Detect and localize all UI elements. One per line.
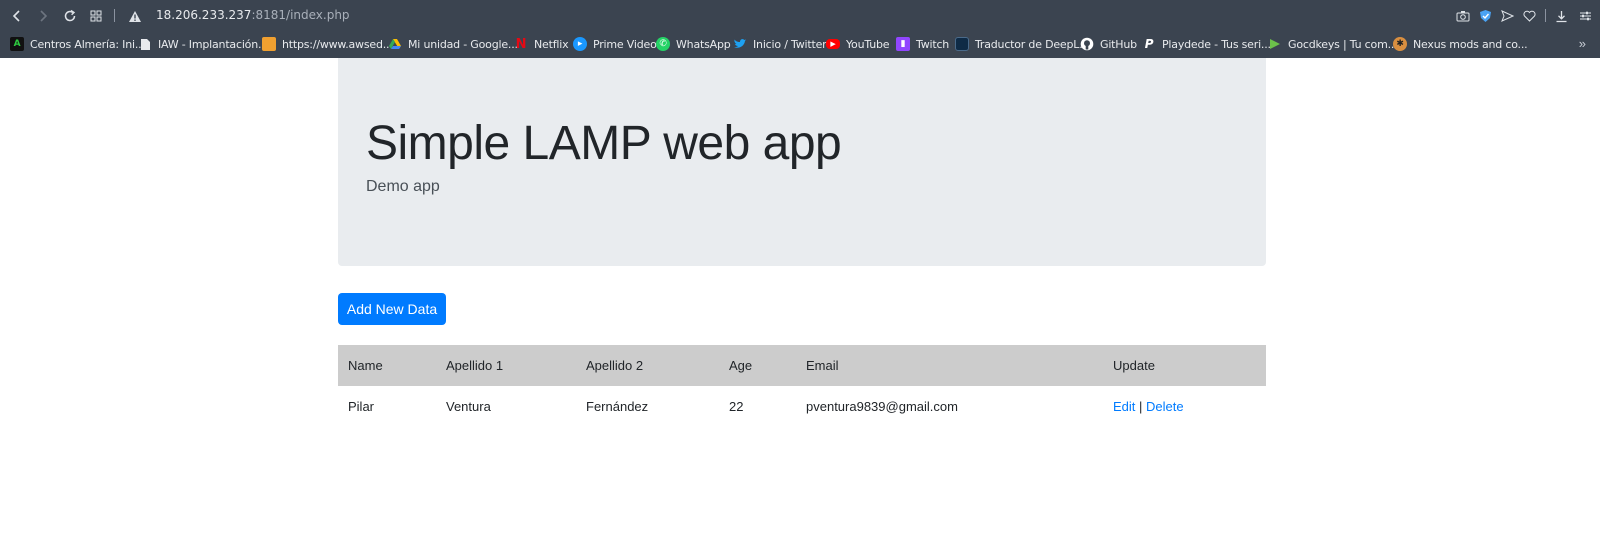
bookmarks-bar: A Centros Almería: Ini... IAW - Implanta… [0,33,1600,55]
url-path: :8181/index.php [251,8,350,22]
bookmark-playdede[interactable]: P Playdede - Tus seri... [1142,35,1271,53]
column-header-update: Update [1103,345,1266,386]
address-bar[interactable]: 18.206.233.237:8181/index.php [156,8,350,22]
bookmark-label: Twitch [916,37,950,51]
tiles-icon[interactable] [87,7,105,25]
bookmark-label: Netflix [534,37,569,51]
bookmark-prime-video[interactable]: ▸ Prime Video [573,35,657,53]
playdede-icon: P [1144,37,1154,51]
table-header-row: Name Apellido 1 Apellido 2 Age Email Upd… [338,345,1266,386]
bookmark-awseducate[interactable]: https://www.awsed... [262,35,393,53]
column-header-email: Email [796,345,1103,386]
bookmark-nexus-mods[interactable]: ✱ Nexus mods and co... [1393,35,1528,53]
bookmark-label: Traductor de DeepL... [975,37,1090,51]
bookmark-github[interactable]: GitHub [1080,35,1137,53]
bookmark-netflix[interactable]: N Netflix [514,35,569,53]
bookmark-centros-almeria[interactable]: A Centros Almería: Ini... [10,35,145,53]
bookmark-label: Inicio / Twitter [753,37,827,51]
bookmark-twitter[interactable]: Inicio / Twitter [733,35,827,53]
shield-icon[interactable] [1476,7,1494,25]
bookmark-label: Gocdkeys | Tu com... [1288,37,1398,51]
jumbotron: Simple LAMP web app Demo app [338,58,1266,266]
bookmark-label: Mi unidad - Google... [408,37,518,51]
twitter-icon [733,37,747,51]
bookmark-deepl[interactable]: Traductor de DeepL... [955,35,1089,53]
heart-icon[interactable] [1520,7,1538,25]
nexus-mods-icon: ✱ [1393,37,1407,51]
bookmark-label: Playdede - Tus seri... [1162,37,1271,51]
url-host: 18.206.233.237 [156,8,252,22]
table-row: Pilar Ventura Fernández 22 pventura9839@… [338,386,1266,427]
page-icon [138,37,152,51]
chevron-double-right-icon[interactable]: » [1579,36,1586,51]
gocdkeys-icon [1268,37,1282,51]
bookmark-label: IAW - Implantación... [158,37,268,51]
browser-toolbar: 18.206.233.237:8181/index.php [0,0,1600,31]
cell-apellido2: Fernández [586,399,649,414]
bookmark-youtube[interactable]: ▶ YouTube [826,35,890,53]
settings-sliders-icon[interactable] [1576,7,1594,25]
package-icon [262,37,276,51]
edit-link[interactable]: Edit [1113,399,1135,414]
cell-name: Pilar [348,399,375,414]
netflix-icon: N [515,36,527,52]
bookmark-gocdkeys[interactable]: Gocdkeys | Tu com... [1268,35,1398,53]
bookmark-google-drive[interactable]: Mi unidad - Google... [388,35,518,53]
cell-update: Edit | Delete [1103,386,1266,427]
bookmark-iaw[interactable]: IAW - Implantación... [138,35,268,53]
twitch-icon: ▮ [896,37,910,51]
bookmark-label: GitHub [1100,37,1137,51]
page-title: Simple LAMP web app [366,117,842,170]
cell-email: pventura9839@gmail.com [806,399,958,414]
google-drive-icon [388,37,402,51]
column-header-apellido1: Apellido 1 [436,345,576,386]
reload-icon[interactable] [61,7,79,25]
column-header-age: Age [719,345,796,386]
data-table: Name Apellido 1 Apellido 2 Age Email Upd… [338,345,1266,427]
camera-icon[interactable] [1454,7,1472,25]
page-subtitle: Demo app [366,178,440,195]
whatsapp-icon: ✆ [656,37,670,51]
forward-icon[interactable] [34,7,52,25]
back-icon[interactable] [8,7,26,25]
cell-age: 22 [729,399,744,414]
browser-chrome: 18.206.233.237:8181/index.php A Centros … [0,0,1600,58]
bookmark-twitch[interactable]: ▮ Twitch [896,35,949,53]
bookmark-whatsapp[interactable]: ✆ WhatsApp [656,35,731,53]
column-header-apellido2: Apellido 2 [576,345,719,386]
link-separator: | [1139,399,1143,414]
prime-video-icon: ▸ [573,37,587,51]
deepl-icon [955,37,969,51]
a-logo-icon: A [10,37,24,51]
bookmark-label: YouTube [846,37,890,51]
toolbar-divider-right [1545,9,1546,22]
bookmark-label: Centros Almería: Ini... [30,37,145,51]
cell-apellido1: Ventura [446,399,491,414]
send-icon[interactable] [1498,7,1516,25]
column-header-name: Name [338,345,436,386]
youtube-icon: ▶ [826,39,840,49]
add-new-data-button[interactable]: Add New Data [338,293,446,325]
toolbar-divider [114,9,115,22]
bookmark-label: Nexus mods and co... [1413,37,1528,51]
bookmark-label: Prime Video [593,37,657,51]
download-icon[interactable] [1552,7,1570,25]
bookmark-label: WhatsApp [676,37,731,51]
delete-link[interactable]: Delete [1146,399,1184,414]
not-secure-warning-icon[interactable] [126,7,144,25]
bookmark-label: https://www.awsed... [282,37,393,51]
github-icon [1080,37,1094,51]
